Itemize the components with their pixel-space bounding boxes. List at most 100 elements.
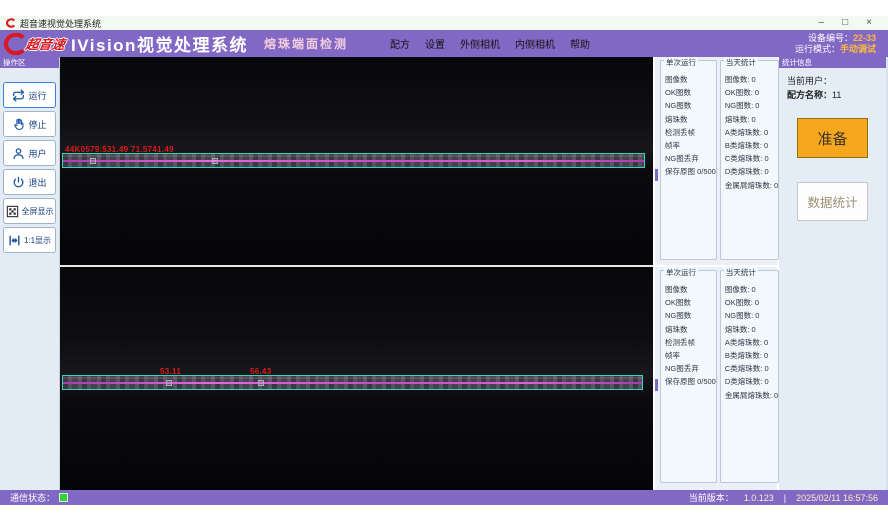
- stat-row: D类熔珠数: 0: [725, 375, 778, 388]
- groupbox-title: 单次运行: [664, 57, 698, 68]
- statistics-column: 单次运行 图像数OK图数NG图数熔珠数检测丢帧帧率NG图丢弃保存原图 0/500…: [653, 57, 777, 490]
- prepare-button[interactable]: 准备: [797, 118, 868, 158]
- main-menu: 配方设置外侧相机内侧相机帮助: [390, 36, 590, 51]
- brand-name: 超音速: [24, 34, 66, 53]
- run-button-label: 运行: [28, 89, 46, 102]
- device-number-label: 设备编号：: [808, 33, 853, 43]
- groupbox-title: 单次运行: [664, 267, 698, 278]
- stat-row: B类熔珠数: 0: [725, 349, 778, 362]
- window-title: 超音速视觉处理系统: [20, 17, 101, 30]
- stat-row: D类熔珠数: 0: [725, 165, 778, 178]
- device-info: 设备编号：22-33 运行模式：手动调试: [795, 33, 876, 55]
- version-label: 当前版本：: [689, 491, 734, 504]
- bead-marker: [166, 380, 172, 386]
- inner-camera-stats: 单次运行 图像数OK图数NG图数熔珠数检测丢帧帧率NG图丢弃保存原图 0/500…: [655, 267, 777, 488]
- app-subtitle: 熔珠端面检测: [264, 35, 348, 52]
- power-icon: [12, 176, 25, 189]
- user-button[interactable]: 用户: [3, 140, 56, 166]
- stat-row: OK图数: [665, 86, 716, 99]
- menu-item[interactable]: 帮助: [570, 36, 590, 51]
- status-bar: 通信状态： 当前版本： 1.0.123 | 2025/02/11 16:57:5…: [0, 490, 888, 505]
- data-statistics-button[interactable]: 数据统计: [797, 182, 868, 221]
- statusbar-separator: |: [784, 493, 786, 503]
- splitter-handle[interactable]: [655, 379, 658, 391]
- single-run-groupbox: 单次运行 图像数OK图数NG图数熔珠数检测丢帧帧率NG图丢弃保存原图 0/500: [660, 270, 717, 483]
- brand-swirl-icon: [4, 33, 26, 55]
- run-cycle-icon: [12, 89, 25, 102]
- stat-row: 熔珠数: 0: [725, 113, 778, 126]
- run-mode-value: 手动调试: [840, 44, 876, 54]
- stat-row: 保存原图 0/500: [665, 375, 716, 388]
- stat-row: C类熔珠数: 0: [725, 362, 778, 375]
- device-number-value: 22-33: [853, 33, 876, 43]
- stat-row: A类熔珠数: 0: [725, 126, 778, 139]
- app-title: IVision视觉处理系统: [71, 31, 248, 56]
- stat-row: A类熔珠数: 0: [725, 336, 778, 349]
- run-mode-label: 运行模式：: [795, 44, 840, 54]
- stop-button[interactable]: 停止: [3, 111, 56, 137]
- menu-item[interactable]: 配方: [390, 36, 410, 51]
- info-panel-title: 统计信息: [779, 57, 886, 68]
- stat-row: B类熔珠数: 0: [725, 139, 778, 152]
- outer-camera-view: 44K0579.531.49 71.5741.49: [60, 57, 653, 267]
- fullscreen-grid-icon: [6, 205, 19, 218]
- stat-row: OK图数: [665, 296, 716, 309]
- splitter-handle[interactable]: [655, 169, 658, 181]
- stat-row: NG图数: 0: [725, 99, 778, 112]
- stat-row: 金属屑熔珠数: 0: [725, 389, 778, 402]
- exit-button[interactable]: 退出: [3, 169, 56, 195]
- groupbox-title: 当天统计: [724, 57, 758, 68]
- stat-row: 帧率: [665, 139, 716, 152]
- one-to-one-button[interactable]: 1:1显示: [3, 227, 56, 253]
- menu-item[interactable]: 内侧相机: [515, 36, 555, 51]
- fullscreen-button[interactable]: 全屏显示: [3, 198, 56, 224]
- comm-status-label: 通信状态：: [10, 491, 55, 504]
- weld-bead-detection-box: [62, 153, 645, 168]
- user-button-label: 用户: [28, 147, 46, 160]
- camera-views: 44K0579.531.49 71.5741.49 53.11 56.43: [60, 57, 653, 490]
- app-header: 超音速 IVision视觉处理系统 熔珠端面检测 配方设置外侧相机内侧相机帮助 …: [0, 30, 888, 57]
- titlebar: 超音速视觉处理系统 – □ ×: [0, 16, 888, 30]
- stat-row: 图像数: 0: [725, 283, 778, 296]
- main-content: 操作区 运行 停止 用户: [0, 57, 888, 490]
- minimize-button[interactable]: –: [819, 18, 825, 28]
- sidebar-title: 操作区: [0, 57, 59, 68]
- stat-row: 图像数: [665, 73, 716, 86]
- fullscreen-button-label: 全屏显示: [22, 206, 54, 217]
- stop-button-label: 停止: [28, 118, 46, 131]
- menu-item[interactable]: 外侧相机: [460, 36, 500, 51]
- app-logo-icon: [6, 18, 16, 28]
- comm-status-indicator: [59, 493, 68, 502]
- stat-row: OK图数: 0: [725, 296, 778, 309]
- maximize-button[interactable]: □: [842, 18, 848, 28]
- stat-row: NG图数: [665, 99, 716, 112]
- datetime-value: 2025/02/11 16:57:56: [796, 493, 878, 503]
- single-run-groupbox: 单次运行 图像数OK图数NG图数熔珠数检测丢帧帧率NG图丢弃保存原图 0/500: [660, 60, 717, 260]
- stat-row: 检测丢帧: [665, 336, 716, 349]
- outer-camera-stats: 单次运行 图像数OK图数NG图数熔珠数检测丢帧帧率NG图丢弃保存原图 0/500…: [655, 57, 777, 267]
- weld-bead-detection-box: [62, 375, 643, 390]
- stat-row: 保存原图 0/500: [665, 165, 716, 178]
- stat-row: NG图数: [665, 309, 716, 322]
- stat-row: C类熔珠数: 0: [725, 152, 778, 165]
- groupbox-title: 当天统计: [724, 267, 758, 278]
- bead-marker: [258, 380, 264, 386]
- today-stats-groupbox: 当天统计 图像数: 0OK图数: 0NG图数: 0熔珠数: 0A类熔珠数: 0B…: [720, 270, 779, 483]
- stat-row: OK图数: 0: [725, 86, 778, 99]
- current-user-label: 当前用户：: [787, 76, 832, 86]
- stat-row: NG图数: 0: [725, 309, 778, 322]
- close-button[interactable]: ×: [866, 18, 872, 28]
- stat-row: 检测丢帧: [665, 126, 716, 139]
- stop-hand-icon: [12, 118, 25, 131]
- stat-row: 熔珠数: 0: [725, 323, 778, 336]
- info-panel: 统计信息 当前用户： 配方名称：11 准备 数据统计: [777, 57, 886, 490]
- inner-camera-view: 53.11 56.43: [60, 267, 653, 488]
- run-button[interactable]: 运行: [3, 82, 56, 108]
- menu-item[interactable]: 设置: [425, 36, 445, 51]
- bead-marker: [212, 158, 218, 164]
- app-window: 超音速视觉处理系统 – □ × 超音速 IVision视觉处理系统 熔珠端面检测…: [0, 16, 888, 505]
- stat-row: 图像数: [665, 283, 716, 296]
- stat-row: 熔珠数: [665, 113, 716, 126]
- one-to-one-icon: [8, 234, 21, 247]
- one-to-one-button-label: 1:1显示: [24, 235, 51, 246]
